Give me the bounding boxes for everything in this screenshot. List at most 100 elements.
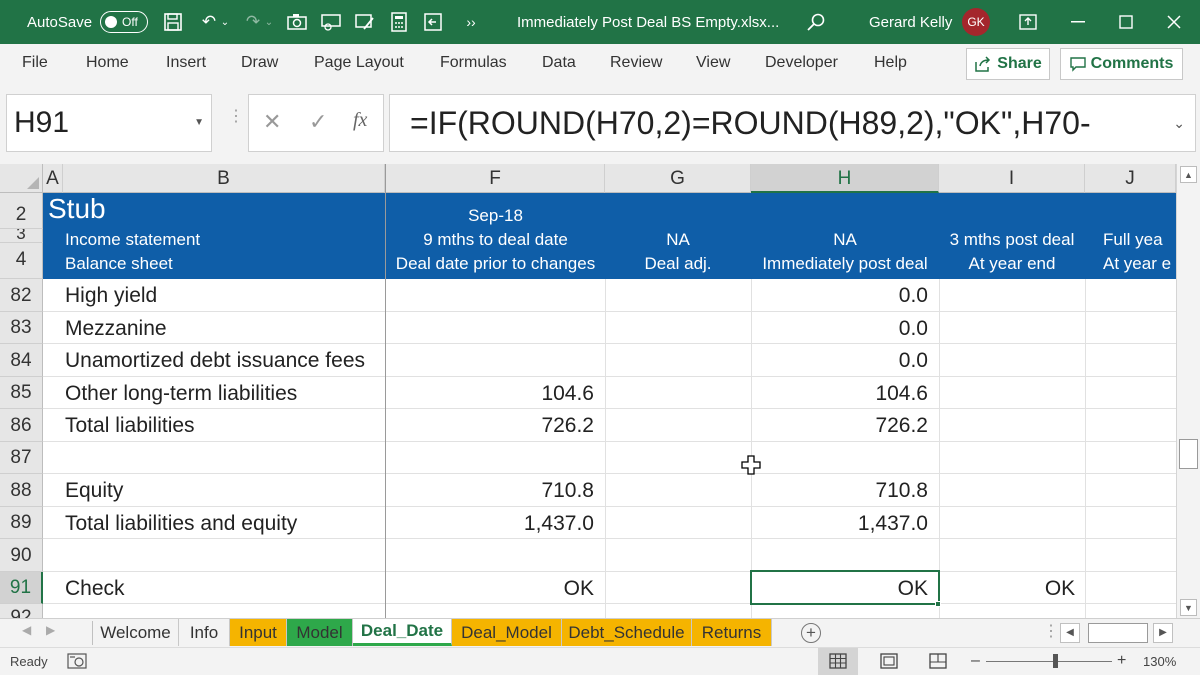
zoom-slider-thumb[interactable] [1053, 654, 1058, 668]
row-label[interactable]: Unamortized debt issuance fees [65, 349, 365, 373]
f-cell[interactable]: 1,437.0 [386, 512, 594, 536]
autosave-toggle[interactable]: Off [100, 11, 149, 33]
expand-formula-bar-icon[interactable]: ⌄ [1173, 95, 1185, 151]
row-header-92[interactable]: 92 [0, 604, 43, 618]
column-header-j[interactable]: J [1085, 164, 1176, 193]
tab-view[interactable]: View [696, 54, 730, 72]
next-sheet-icon[interactable]: ▶ [46, 623, 55, 637]
maximize-icon[interactable] [1103, 0, 1149, 44]
sheet-tab-model[interactable]: Model [287, 619, 353, 646]
row-header-3[interactable]: 3 [0, 229, 43, 243]
column-header-f[interactable]: F [386, 164, 605, 193]
share-button[interactable]: Share [966, 48, 1050, 80]
h-cell[interactable]: 710.8 [751, 479, 928, 503]
sheet-tab-deal-date[interactable]: Deal_Date [353, 619, 452, 646]
row-label[interactable]: Check [65, 577, 125, 601]
more-commands-icon[interactable]: ›› [460, 11, 482, 33]
minimize-icon[interactable] [1055, 0, 1101, 44]
formula-bar-grip-icon[interactable]: ⋮ [228, 109, 244, 125]
redo-dropdown-icon[interactable]: ⌄ [264, 11, 274, 33]
f-cell[interactable]: OK [386, 577, 594, 601]
i-cell[interactable]: OK [939, 577, 1176, 601]
normal-view-button[interactable] [818, 648, 858, 675]
sheet-tab-info[interactable]: Info [179, 619, 230, 646]
h-cell[interactable]: 1,437.0 [751, 512, 928, 536]
draw-pen-icon[interactable] [354, 11, 376, 33]
sheet-tab-returns[interactable]: Returns [692, 619, 772, 646]
f-cell[interactable]: 726.2 [386, 414, 594, 438]
account-menu[interactable]: GK [962, 0, 990, 44]
tab-insert[interactable]: Insert [166, 54, 206, 72]
close-icon[interactable] [1151, 0, 1197, 44]
row-header-86[interactable]: 86 [0, 409, 43, 442]
column-header-i[interactable]: I [939, 164, 1085, 193]
exit-icon[interactable] [422, 11, 444, 33]
row-label[interactable]: Mezzanine [65, 317, 167, 341]
tab-help[interactable]: Help [874, 54, 907, 72]
column-header-a[interactable]: A [43, 164, 63, 193]
column-header-h[interactable]: H [751, 164, 939, 193]
search-icon[interactable] [806, 0, 826, 44]
row-label[interactable]: Equity [65, 479, 123, 503]
row-header-84[interactable]: 84 [0, 344, 43, 377]
save-icon[interactable] [162, 11, 184, 33]
redo-icon[interactable]: ↷ [242, 11, 264, 33]
undo-icon[interactable]: ↶ [198, 11, 220, 33]
print-preview-icon[interactable] [320, 11, 342, 33]
row-label[interactable]: Total liabilities and equity [65, 512, 297, 536]
sheet-tab-welcome[interactable]: Welcome [93, 619, 179, 646]
prev-sheet-icon[interactable]: ◀ [22, 623, 31, 637]
zoom-level[interactable]: 130% [1143, 654, 1176, 669]
worksheet-grid[interactable]: A B F G H I J 2 3 4 Stub Income statemen… [0, 164, 1176, 618]
insert-function-icon[interactable]: fx [353, 109, 367, 132]
sheet-tab-deal-model[interactable]: Deal_Model [452, 619, 562, 646]
tab-page-layout[interactable]: Page Layout [314, 54, 404, 72]
h-cell[interactable]: 0.0 [751, 317, 928, 341]
autosave[interactable]: AutoSave Off [27, 0, 149, 44]
sheet-tab-input[interactable]: Input [230, 619, 287, 646]
zoom-in-icon[interactable]: + [1117, 652, 1126, 670]
column-header-b[interactable]: B [63, 164, 385, 193]
zoom-slider[interactable] [986, 661, 1112, 662]
horizontal-scroll-thumb[interactable] [1088, 623, 1148, 643]
confirm-entry-icon[interactable]: ✓ [309, 109, 327, 135]
row-header-2[interactable]: 2 [0, 193, 43, 229]
row-header-85[interactable]: 85 [0, 377, 43, 409]
scroll-up-icon[interactable]: ▲ [1180, 166, 1197, 183]
tab-developer[interactable]: Developer [765, 54, 838, 72]
tab-review[interactable]: Review [610, 54, 662, 72]
row-header-87[interactable]: 87 [0, 442, 43, 474]
row-label[interactable]: Total liabilities [65, 414, 195, 438]
name-box[interactable]: H91 ▼ [6, 94, 212, 152]
tab-draw[interactable]: Draw [241, 54, 278, 72]
accessibility-icon[interactable] [67, 653, 87, 672]
page-layout-view-icon[interactable] [880, 653, 898, 672]
formula-input[interactable]: =IF(ROUND(H70,2)=ROUND(H89,2),"OK",H70- … [389, 94, 1196, 152]
cancel-entry-icon[interactable]: ✕ [263, 109, 281, 135]
select-all-button[interactable] [0, 164, 43, 193]
scroll-right-icon[interactable]: ▶ [1153, 623, 1173, 643]
tab-file[interactable]: File [22, 54, 48, 72]
comments-button[interactable]: Comments [1060, 48, 1183, 80]
f-cell[interactable]: 104.6 [386, 382, 594, 406]
row-header-83[interactable]: 83 [0, 312, 43, 344]
column-header-g[interactable]: G [605, 164, 751, 193]
scroll-left-icon[interactable]: ◀ [1060, 623, 1080, 643]
tab-split-grip-icon[interactable]: ⋮ [1043, 621, 1059, 641]
name-box-dropdown-icon[interactable]: ▼ [194, 95, 204, 151]
page-break-preview-icon[interactable] [929, 653, 947, 672]
row-label[interactable]: High yield [65, 284, 157, 308]
h-cell[interactable]: 104.6 [751, 382, 928, 406]
h-cell[interactable]: 0.0 [751, 349, 928, 373]
tab-home[interactable]: Home [86, 54, 129, 72]
row-header-89[interactable]: 89 [0, 507, 43, 539]
add-sheet-icon[interactable]: + [801, 623, 821, 643]
camera-icon[interactable] [286, 11, 308, 33]
calculator-icon[interactable] [388, 11, 410, 33]
zoom-out-icon[interactable]: – [971, 652, 980, 670]
fill-handle[interactable] [935, 601, 941, 607]
ribbon-display-options-icon[interactable] [1005, 0, 1051, 44]
h-cell[interactable]: 726.2 [751, 414, 928, 438]
row-header-90[interactable]: 90 [0, 539, 43, 572]
vertical-scrollbar[interactable]: ▲ ▼ [1176, 164, 1200, 618]
